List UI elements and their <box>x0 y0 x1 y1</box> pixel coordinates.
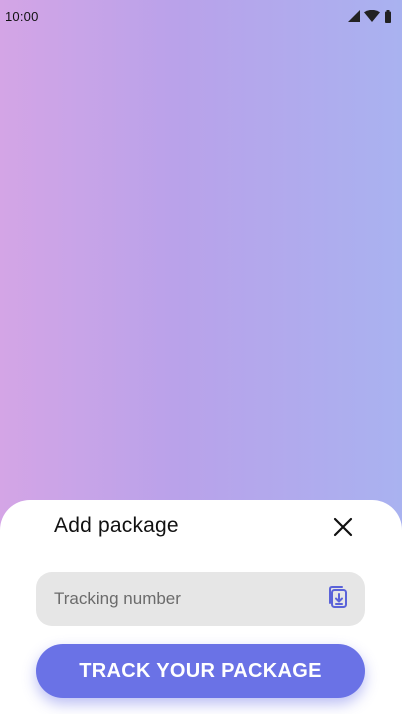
add-package-sheet: Add package TRACK YOUR PACKAGE <box>0 500 402 714</box>
status-time: 10:00 <box>5 8 39 24</box>
sheet-title: Add package <box>54 514 179 537</box>
status-bar: 10:00 <box>0 0 402 32</box>
wifi-icon <box>364 10 380 22</box>
status-icons <box>348 9 392 23</box>
tracking-number-field[interactable] <box>36 572 365 626</box>
paste-icon[interactable] <box>327 585 349 614</box>
tracking-number-input[interactable] <box>54 589 325 609</box>
track-package-button[interactable]: TRACK YOUR PACKAGE <box>36 644 365 698</box>
close-icon[interactable] <box>332 516 354 543</box>
battery-icon <box>384 9 392 23</box>
close-button[interactable] <box>328 514 358 544</box>
signal-icon <box>348 10 360 22</box>
paste-button[interactable] <box>325 585 351 614</box>
